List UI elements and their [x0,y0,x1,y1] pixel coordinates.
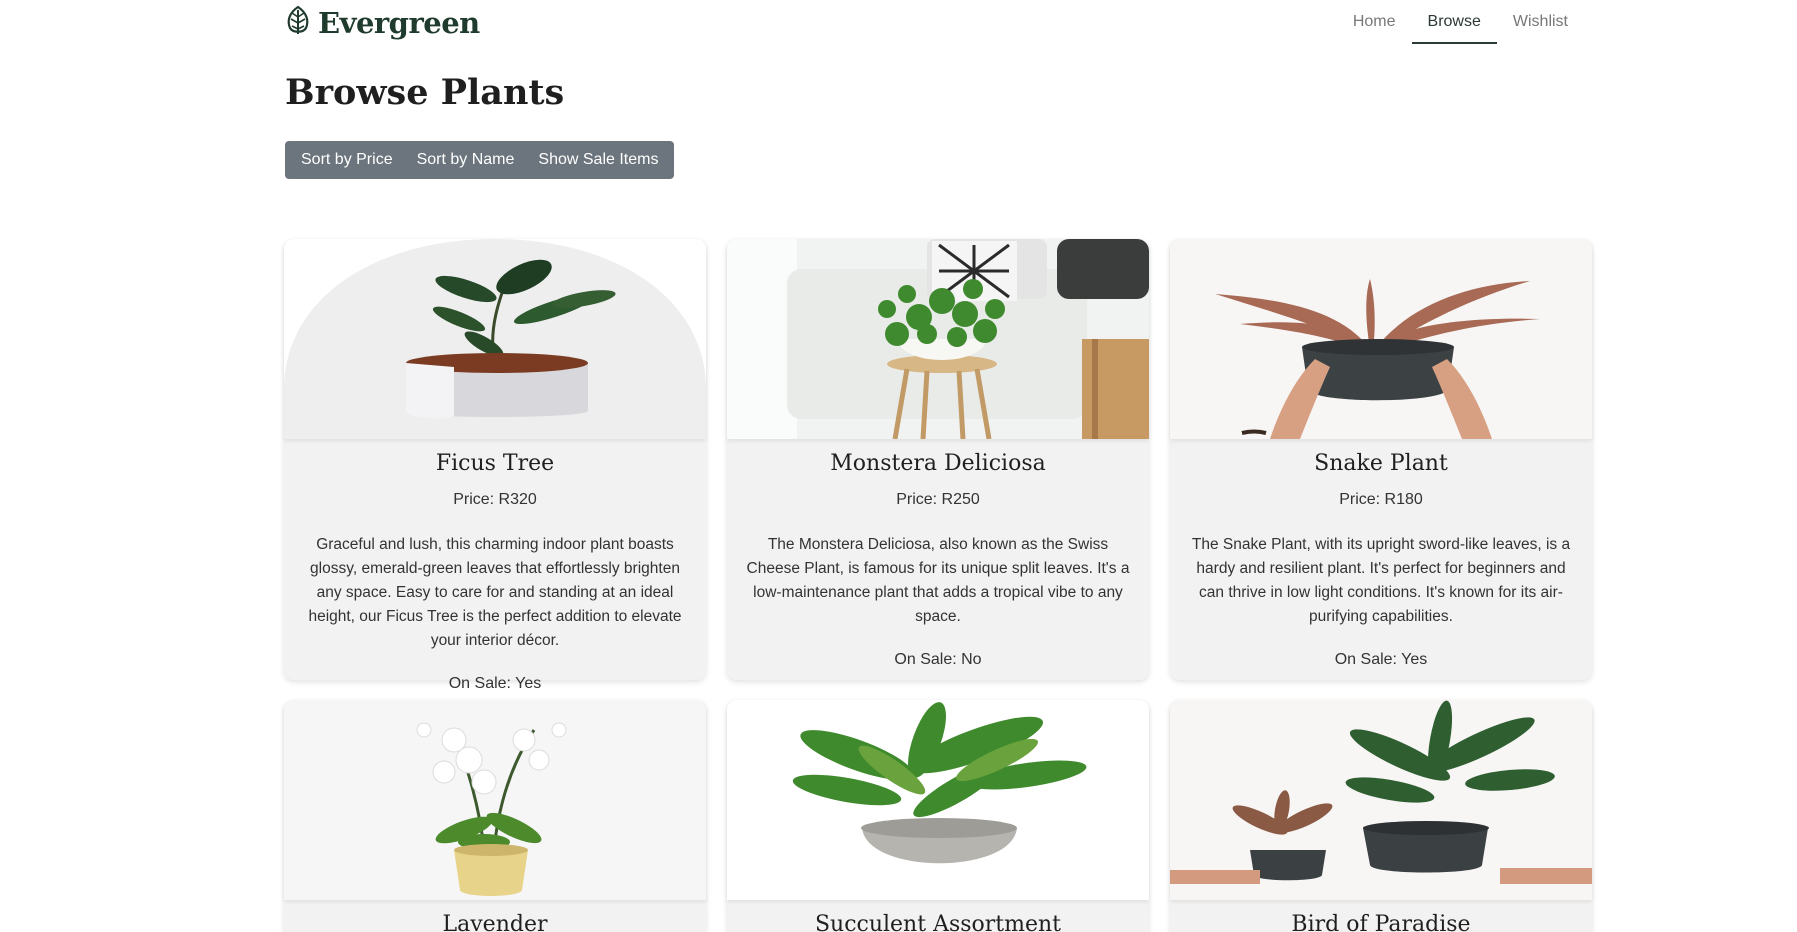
product-name: Lavender [442,912,548,932]
product-card[interactable]: Succulent Assortment [727,700,1149,932]
product-image [284,700,706,900]
product-name: Monstera Deliciosa [830,451,1046,476]
filter-toolbar: Sort by Price Sort by Name Show Sale Ite… [285,141,675,179]
product-image [1170,700,1592,900]
product-sale-status: On Sale: Yes [1334,651,1428,668]
show-sale-items-button[interactable]: Show Sale Items [530,141,666,179]
main-nav: Home Browse Wishlist [1337,0,1584,44]
brand-name: Evergreen [318,5,480,40]
brand-logo[interactable]: Evergreen [284,4,480,41]
product-name: Succulent Assortment [814,912,1062,932]
product-image [284,239,706,439]
product-description: Graceful and lush, this charming indoor … [308,536,682,649]
product-sale-status: On Sale: No [894,651,982,668]
product-price: Price: R250 [896,491,980,508]
product-name: Snake Plant [1314,451,1448,476]
product-image [727,239,1149,439]
header: Evergreen Home Browse Wishlist [284,0,1584,48]
product-description: The Monstera Deliciosa, also known as th… [746,536,1130,625]
sort-by-name-button[interactable]: Sort by Name [409,141,523,179]
product-card[interactable]: Bird of Paradise [1170,700,1592,932]
product-card[interactable]: Ficus Tree Price: R320 Graceful and lush… [284,239,706,692]
product-price: Price: R320 [453,491,537,508]
product-card[interactable]: Snake Plant Price: R180 The Snake Plant,… [1170,239,1592,680]
page-title: Browse Plants [285,72,565,113]
product-image [1170,239,1592,439]
sort-by-price-button[interactable]: Sort by Price [293,141,401,179]
nav-wishlist[interactable]: Wishlist [1497,0,1584,44]
leaf-logo-icon [284,4,312,41]
nav-browse[interactable]: Browse [1411,0,1497,44]
product-price: Price: R180 [1339,491,1423,508]
page: Evergreen Home Browse Wishlist Browse Pl… [0,0,1797,932]
product-name: Ficus Tree [435,451,555,476]
product-card[interactable]: Lavender [284,700,706,932]
product-description: The Snake Plant, with its upright sword-… [1191,536,1571,625]
product-card[interactable]: Monstera Deliciosa Price: R250 The Monst… [727,239,1149,680]
product-sale-status: On Sale: Yes [448,675,542,692]
product-name: Bird of Paradise [1291,912,1471,932]
product-image [727,700,1149,900]
nav-home[interactable]: Home [1337,0,1412,44]
